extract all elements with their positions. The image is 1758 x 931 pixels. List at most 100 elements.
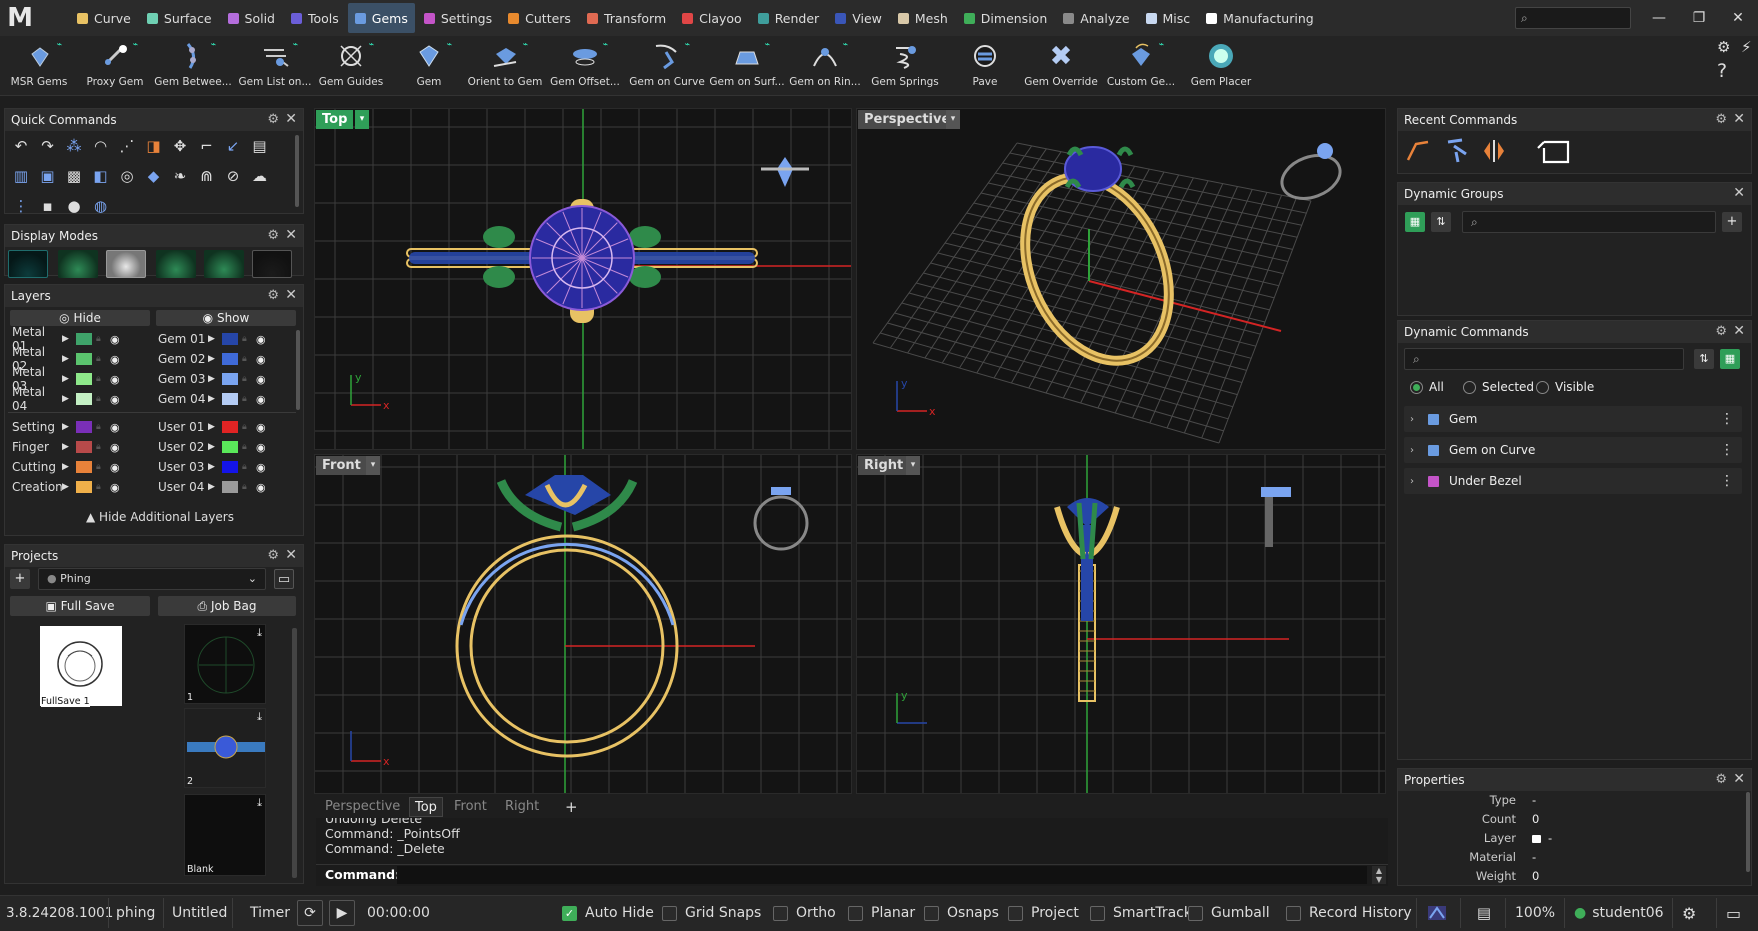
document-name-label[interactable]: Untitled [172, 895, 227, 931]
job-bag-button[interactable]: ⎙ Job Bag [158, 596, 296, 616]
layer-color-swatch[interactable] [76, 373, 92, 385]
layer-color-swatch[interactable] [222, 421, 238, 433]
toggle-smarttrack[interactable]: SmartTrack [1090, 895, 1192, 931]
view-tab-perspective[interactable]: Perspective [320, 797, 405, 817]
menu-gems[interactable]: Gems [347, 3, 415, 33]
toggle-osnaps[interactable]: Osnaps [924, 895, 999, 931]
expand-arrow-icon[interactable]: ▶ [208, 354, 222, 364]
tool-gem-on-rin[interactable]: ⌁ Gem on Rin... [786, 38, 864, 94]
quick-command-icon[interactable]: ↙ [223, 137, 243, 157]
expand-arrow-icon[interactable]: ▶ [62, 482, 76, 492]
quick-command-icon[interactable]: ● [64, 197, 84, 217]
checkbox-icon[interactable] [662, 905, 677, 921]
view-tab-right[interactable]: Right [500, 797, 544, 817]
gem-on-curve-icon[interactable] [1447, 138, 1467, 163]
project-thumb[interactable]: 1 ⤓ [184, 624, 266, 704]
tool-gem-override[interactable]: Gem Override [1022, 38, 1100, 94]
lock-icon[interactable]: 🔒︎ [242, 482, 256, 492]
dynamic-command-row[interactable]: › Gem on Curve ⋮ [1404, 437, 1742, 463]
layer-row[interactable]: User 01 ▶ 🔒︎ ◉ [158, 418, 272, 436]
project-thumb[interactable]: FullSave 1 [40, 626, 122, 707]
checkbox-icon[interactable] [924, 905, 939, 921]
play-timer-icon[interactable]: ▶ [329, 900, 355, 926]
chevron-right-icon[interactable]: › [1410, 414, 1422, 425]
layer-color-swatch[interactable] [76, 421, 92, 433]
eye-icon[interactable]: ◉ [256, 461, 272, 474]
quick-command-icon[interactable]: ◠ [91, 137, 111, 157]
layer-row[interactable]: Creation ▶ 🔒︎ ◉ [12, 478, 126, 496]
tool-gem-placer[interactable]: Gem Placer [1182, 38, 1260, 94]
dynamic-commands-search[interactable]: ⌕ [1404, 348, 1684, 370]
expand-arrow-icon[interactable]: ▶ [62, 442, 76, 452]
layer-row[interactable]: Gem 03 ▶ 🔒︎ ◉ [158, 370, 272, 388]
menu-view[interactable]: View [828, 3, 889, 33]
menu-surface[interactable]: Surface [140, 3, 219, 33]
close-icon[interactable]: ✕ [1733, 185, 1745, 201]
eye-icon[interactable]: ◉ [256, 373, 272, 386]
layer-row[interactable]: User 03 ▶ 🔒︎ ◉ [158, 458, 272, 476]
quick-command-icon[interactable]: ⊘ [223, 167, 243, 187]
layer-row[interactable]: Metal 04 ▶ 🔒︎ ◉ [12, 385, 126, 413]
navigation-ring-icon[interactable] [1261, 487, 1291, 547]
view-tab-front[interactable]: Front [449, 797, 492, 817]
settings-gear-icon[interactable]: ⚙ [1682, 895, 1696, 931]
add-view-tab-button[interactable]: + [560, 797, 583, 817]
expand-arrow-icon[interactable]: ▶ [208, 394, 222, 404]
menu-misc[interactable]: Misc [1139, 3, 1198, 33]
project-select[interactable]: ● Phing ⌄ [38, 568, 266, 590]
gear-icon[interactable]: ⚙ [1715, 772, 1727, 787]
lock-icon[interactable]: 🔒︎ [96, 374, 110, 384]
quick-command-icon[interactable]: ❧ [170, 167, 190, 187]
expand-arrow-icon[interactable]: ▶ [208, 482, 222, 492]
expand-arrow-icon[interactable]: ▶ [208, 442, 222, 452]
view-tab-top[interactable]: Top [409, 797, 443, 817]
toggle-record-history[interactable]: Record History [1286, 895, 1412, 931]
gear-icon[interactable]: ⚙ [267, 288, 279, 303]
quick-command-icon[interactable]: ◧ [91, 167, 111, 187]
tool-proxy-gem[interactable]: ⌁ Proxy Gem [76, 38, 154, 94]
chevron-down-icon[interactable]: ▾ [366, 456, 380, 475]
menu-settings[interactable]: Settings [417, 3, 499, 33]
front-viewport[interactable]: x [314, 454, 852, 794]
layer-color-swatch[interactable] [222, 353, 238, 365]
menu-curve[interactable]: Curve [70, 3, 138, 33]
layer-color-swatch[interactable] [222, 481, 238, 493]
user-account[interactable]: ● student06 [1574, 895, 1664, 931]
close-icon[interactable]: ✕ [285, 111, 297, 127]
tool-gem-guides[interactable]: ⌁ Gem Guides [312, 38, 390, 94]
quick-command-icon[interactable]: ▥ [11, 167, 31, 187]
checkbox-icon[interactable] [848, 905, 863, 921]
quick-command-icon[interactable]: ◨ [144, 137, 164, 157]
close-icon[interactable]: ✕ [1733, 111, 1745, 127]
display-mode-xray[interactable] [204, 250, 244, 278]
lock-icon[interactable]: 🔒︎ [242, 462, 256, 472]
chevron-down-icon[interactable]: ▾ [906, 456, 920, 475]
close-icon[interactable]: ✕ [1733, 323, 1745, 339]
expand-arrow-icon[interactable]: ▶ [62, 354, 76, 364]
more-options-icon[interactable]: ⋮ [1720, 411, 1734, 427]
viewport-label-front[interactable]: Front [316, 456, 367, 475]
lock-icon[interactable]: 🔒︎ [96, 442, 110, 452]
checkbox-icon[interactable] [1286, 905, 1301, 921]
eye-icon[interactable]: ◉ [256, 353, 272, 366]
add-group-button[interactable]: + [1722, 212, 1742, 232]
eye-icon[interactable]: ◉ [110, 441, 126, 454]
chevron-right-icon[interactable]: › [1410, 476, 1422, 487]
display-mode-ghosted[interactable] [156, 250, 196, 278]
reset-timer-icon[interactable]: ⟳ [297, 900, 323, 926]
layer-color-swatch[interactable] [76, 353, 92, 365]
zoom-level[interactable]: 100% [1515, 895, 1555, 931]
menu-analyze[interactable]: Analyze [1056, 3, 1136, 33]
calculator-icon[interactable]: ▦ [1720, 349, 1740, 369]
user-tag-label[interactable]: phing [116, 895, 155, 931]
filter-visible[interactable]: Visible [1536, 380, 1594, 394]
quick-command-icon[interactable]: ◎ [117, 167, 137, 187]
display-mode-rendered[interactable] [106, 250, 146, 278]
menu-tools[interactable]: Tools [284, 3, 346, 33]
sort-icon[interactable]: ⇅ [1694, 349, 1714, 369]
viewport-label-right[interactable]: Right [858, 456, 910, 475]
chat-icon[interactable]: ▭ [1726, 895, 1741, 931]
more-options-icon[interactable]: ⋮ [1720, 442, 1734, 458]
dynamic-groups-search[interactable]: ⌕ [1462, 211, 1716, 233]
quick-command-icon[interactable]: ✥ [170, 137, 190, 157]
